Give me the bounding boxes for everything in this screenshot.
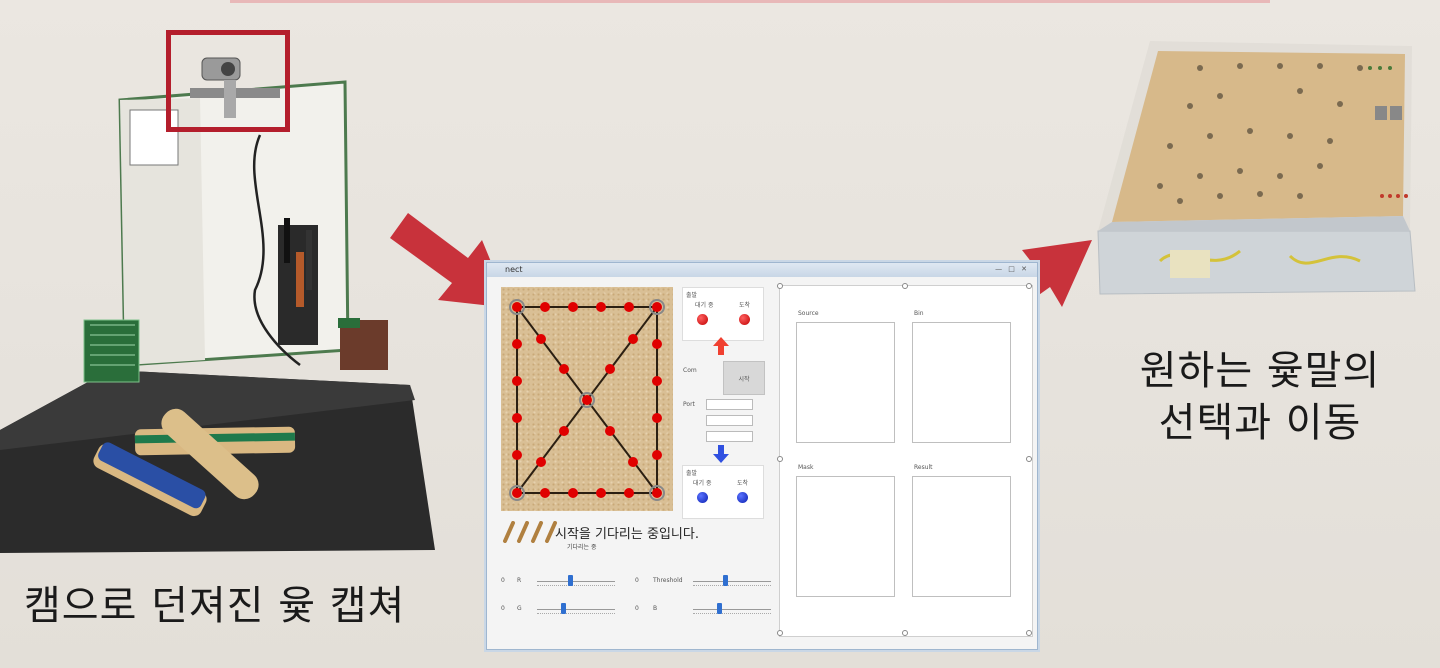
port-input-1[interactable]	[706, 399, 753, 410]
blue-piece[interactable]	[697, 492, 708, 503]
blue-arrived-label: 도착	[737, 480, 749, 487]
webcam-icon	[190, 57, 280, 118]
slider-r-value: 0	[501, 577, 505, 584]
yut-game-board[interactable]	[501, 287, 673, 511]
right-caption: 원하는 윷말의 선택과 이동	[1135, 345, 1385, 449]
slider-b-label: B	[653, 605, 658, 612]
port-input-3[interactable]	[706, 431, 753, 442]
left-caption: 캠으로 던져진 윷 캡쳐	[24, 583, 406, 629]
com-label: Com	[683, 367, 697, 374]
status-message: 시작을 기다리는 중입니다.	[555, 527, 699, 542]
slider-b-thumb[interactable]	[717, 603, 722, 614]
resize-handle[interactable]	[902, 283, 908, 289]
resize-handle[interactable]	[777, 630, 783, 636]
resize-handle[interactable]	[777, 456, 783, 462]
resize-handle[interactable]	[1026, 456, 1032, 462]
slider-threshold[interactable]	[693, 575, 771, 589]
status-sub-message: 기다리는 중	[567, 544, 597, 551]
top-divider	[230, 0, 1270, 3]
result-image	[912, 476, 1011, 597]
blue-player-panel: 출발 대기 중 도착	[682, 465, 764, 519]
board-lines	[509, 299, 665, 501]
slider-g-label: G	[517, 605, 522, 612]
yut-board-device-photo	[1097, 41, 1416, 295]
blue-piece[interactable]	[737, 492, 748, 503]
red-arrived-label: 도착	[739, 302, 751, 309]
bin-image	[912, 322, 1011, 443]
slider-threshold-value: 0	[635, 577, 639, 584]
window-controls[interactable]: — □ ✕	[995, 265, 1029, 273]
slider-r[interactable]	[537, 575, 615, 589]
right-caption-line1: 원하는 윷말의	[1139, 348, 1381, 394]
resize-handle[interactable]	[902, 630, 908, 636]
slider-b-value: 0	[635, 605, 639, 612]
red-piece[interactable]	[697, 314, 708, 325]
mask-image	[796, 476, 895, 597]
blue-panel-label: 출발	[686, 470, 698, 477]
red-piece[interactable]	[739, 314, 750, 325]
slider-g-value: 0	[501, 605, 505, 612]
port-input-2[interactable]	[706, 415, 753, 426]
down-arrow-icon	[713, 445, 729, 463]
resize-handle[interactable]	[1026, 283, 1032, 289]
image-preview-area: Source Bin Mask Result	[777, 283, 1033, 637]
slider-g-thumb[interactable]	[561, 603, 566, 614]
window-titlebar: nect — □ ✕	[487, 263, 1037, 277]
right-caption-line2: 선택과 이동	[1158, 400, 1362, 446]
red-player-panel: 출발 대기 중 도착	[682, 287, 764, 341]
port-label: Port	[683, 401, 695, 408]
source-image	[796, 322, 895, 443]
slider-r-label: R	[517, 577, 522, 584]
app-window: nect — □ ✕ 출발 대기 중 도착 Com 시작 Port 출발 대기 …	[486, 262, 1038, 650]
bin-label: Bin	[914, 310, 924, 317]
up-arrow-icon	[713, 337, 729, 355]
start-button[interactable]: 시작	[723, 361, 765, 395]
window-title: nect	[505, 265, 523, 274]
slider-threshold-label: Threshold	[653, 577, 683, 584]
blue-waiting-label: 대기 중	[693, 480, 712, 487]
slider-g[interactable]	[537, 603, 615, 617]
source-label: Source	[798, 310, 819, 317]
red-panel-label: 출발	[686, 292, 698, 299]
slider-threshold-thumb[interactable]	[723, 575, 728, 586]
slider-r-thumb[interactable]	[568, 575, 573, 586]
resize-handle[interactable]	[1026, 630, 1032, 636]
mask-label: Mask	[798, 464, 814, 471]
slider-b[interactable]	[693, 603, 771, 617]
red-waiting-label: 대기 중	[695, 302, 714, 309]
resize-handle[interactable]	[777, 283, 783, 289]
result-label: Result	[914, 464, 933, 471]
yut-sticks-icon	[503, 521, 557, 543]
